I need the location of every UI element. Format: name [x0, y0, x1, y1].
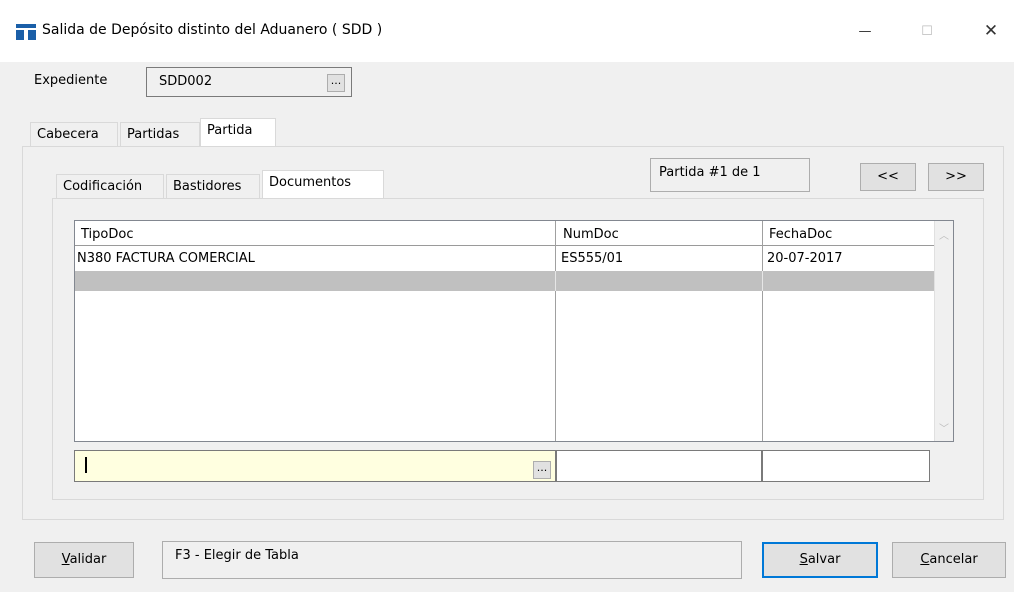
numdoc-edit-field[interactable] [556, 450, 762, 482]
minimize-icon: — [858, 23, 872, 39]
next-partida-button[interactable]: >> [928, 163, 984, 191]
scroll-down-icon[interactable]: ﹀ [939, 420, 949, 435]
tab-partidas[interactable]: Partidas [120, 122, 200, 146]
selected-empty-row[interactable] [75, 271, 935, 291]
scroll-up-icon[interactable]: ︿ [939, 227, 949, 242]
cell-numdoc: ES555/01 [561, 251, 624, 266]
partida-indicator: Partida #1 de 1 [650, 158, 810, 192]
validar-button[interactable]: Validar [34, 542, 134, 578]
expediente-value: SDD002 [159, 74, 213, 89]
cancelar-label: ancelar [929, 552, 978, 567]
tab-documentos[interactable]: Documentos [262, 170, 384, 198]
salvar-label: alvar [807, 552, 841, 567]
close-icon: ✕ [983, 21, 999, 41]
tab-cabecera-label: Cabecera [37, 127, 99, 142]
cell-tipodoc: N380 FACTURA COMERCIAL [77, 251, 255, 266]
table-row[interactable]: N380 FACTURA COMERCIAL ES555/01 20-07-20… [75, 249, 935, 269]
documents-grid[interactable]: TipoDoc NumDoc FechaDoc N380 FACTURA COM… [74, 220, 954, 442]
tab-partidas-label: Partidas [127, 127, 180, 142]
salvar-button[interactable]: Salvar [762, 542, 878, 578]
tab-partida[interactable]: Partida [200, 118, 276, 146]
validar-label: alidar [69, 552, 107, 567]
cancelar-button[interactable]: Cancelar [892, 542, 1006, 578]
grid-scrollbar[interactable]: ︿ ﹀ [934, 221, 953, 441]
status-hint-text: F3 - Elegir de Tabla [175, 548, 299, 563]
expediente-field[interactable]: SDD002 ... [146, 67, 352, 97]
tab-partida-label: Partida [207, 123, 253, 138]
fechadoc-edit-field[interactable] [762, 450, 930, 482]
tab-bastidores[interactable]: Bastidores [166, 174, 260, 198]
title-bar: Salida de Depósito distinto del Aduanero… [0, 0, 1014, 62]
tab-bastidores-label: Bastidores [173, 179, 242, 194]
maximize-icon: ☐ [921, 23, 933, 39]
window-title: Salida de Depósito distinto del Aduanero… [42, 22, 383, 38]
minimize-button[interactable]: — [842, 14, 888, 48]
tab-cabecera[interactable]: Cabecera [30, 122, 118, 146]
expediente-label: Expediente [34, 73, 108, 88]
tab-codificacion[interactable]: Codificación [56, 174, 164, 198]
partida-indicator-text: Partida #1 de 1 [659, 165, 761, 180]
maximize-button[interactable]: ☐ [904, 14, 950, 48]
tab-codificacion-label: Codificación [63, 179, 143, 194]
expediente-browse-button[interactable]: ... [327, 74, 345, 92]
column-header-numdoc[interactable]: NumDoc [563, 227, 619, 242]
text-cursor [85, 457, 87, 473]
cell-fechadoc: 20-07-2017 [767, 251, 843, 266]
tab-documentos-label: Documentos [269, 175, 352, 190]
column-header-fechadoc[interactable]: FechaDoc [769, 227, 832, 242]
tipodoc-browse-button[interactable]: ... [533, 461, 551, 479]
grid-header: TipoDoc NumDoc FechaDoc [75, 221, 937, 246]
validar-accel: V [61, 552, 70, 567]
prev-partida-button[interactable]: << [860, 163, 916, 191]
salvar-accel: S [799, 552, 808, 567]
status-hint-box: F3 - Elegir de Tabla [162, 541, 742, 579]
column-header-tipodoc[interactable]: TipoDoc [81, 227, 133, 242]
app-icon [16, 24, 36, 40]
tipodoc-edit-field[interactable]: ... [74, 450, 556, 482]
close-button[interactable]: ✕ [968, 14, 1014, 48]
